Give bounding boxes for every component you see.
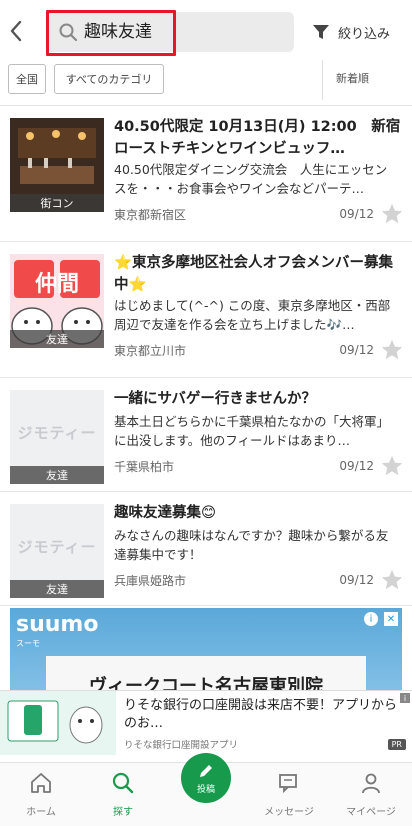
item-description: 40.50代限定ダイニング交流会 人生にエッセンスを・・・お食事会やワイン会など… — [114, 162, 388, 196]
tab-home[interactable]: ホーム — [0, 763, 82, 826]
banner-info-icon[interactable]: i — [400, 693, 410, 703]
tab-label: ホーム — [26, 807, 56, 818]
favorite-star-icon[interactable] — [380, 338, 404, 362]
post-label: 投稿 — [196, 784, 215, 795]
area-chip[interactable]: 全国 — [8, 64, 46, 94]
category-badge: 友達 — [10, 330, 104, 348]
filter-icon — [313, 25, 329, 39]
list-item[interactable]: 仲間 友達 ⭐東京多摩地区社会人オフ会メンバー募集中⭐ はじめまして(^-^) … — [0, 242, 412, 378]
search-highlight-box — [46, 10, 176, 56]
ad-close-icon[interactable]: ✕ — [384, 612, 398, 626]
banner-image — [0, 691, 116, 755]
favorite-star-icon[interactable] — [380, 202, 404, 226]
category-badge: 友達 — [10, 580, 104, 598]
category-bar: 全国 すべてのカテゴリ 新着順 — [0, 60, 412, 106]
list-item[interactable]: ジモティー 友達 趣味友達募集😊 みなさんの趣味はなんですか？趣味から繋がる友達… — [0, 492, 412, 606]
list-item[interactable]: 街コン 40.50代限定 10月13日(月) 12:00 新宿 ローストチキンと… — [0, 106, 412, 242]
category-badge: 街コン — [10, 194, 104, 212]
home-icon — [31, 773, 51, 793]
user-icon — [362, 773, 380, 794]
item-thumbnail: ジモティー 友達 — [10, 504, 104, 598]
pr-badge: PR — [387, 739, 406, 750]
item-description: 基本土日どちらかに千葉県柏たなかの「大将軍」に出没します。他のフィールドはあまり… — [114, 414, 390, 448]
item-location: 千葉県柏市 — [114, 460, 175, 474]
pencil-icon — [200, 764, 212, 777]
tab-label: 探す — [113, 807, 133, 818]
ad-brand-sub: スーモ — [16, 639, 40, 648]
sort-button[interactable]: 新着順 — [336, 70, 369, 86]
tab-search[interactable]: 探す — [82, 763, 164, 826]
item-date: 09/12 — [339, 207, 374, 221]
banner-title: りそな銀行の口座開設は来店不要！アプリからのお… — [124, 698, 398, 731]
ad-brand-logo: suumo — [16, 612, 99, 637]
item-thumbnail: 仲間 友達 — [10, 254, 104, 348]
item-thumbnail: ジモティー 友達 — [10, 390, 104, 484]
post-button[interactable]: 投稿 — [181, 753, 231, 803]
banner-ad[interactable]: りそな銀行の口座開設は来店不要！アプリからのお… りそな銀行口座開設アプリ PR… — [0, 690, 412, 755]
placeholder-logo: ジモティー — [17, 423, 97, 442]
ad-info-icon[interactable]: i — [364, 612, 378, 626]
sort-divider — [322, 60, 323, 100]
tab-label: マイページ — [346, 807, 396, 818]
banner-subtitle: りそな銀行口座開設アプリ — [124, 740, 239, 751]
item-date: 09/12 — [339, 343, 374, 357]
filter-label: 絞り込み — [338, 26, 391, 42]
favorite-star-icon[interactable] — [380, 568, 404, 592]
category-badge: 友達 — [10, 466, 104, 484]
item-title: 40.50代限定 10月13日(月) 12:00 新宿 ローストチキンとワインビ… — [114, 119, 404, 157]
filter-button[interactable]: 絞り込み — [312, 18, 390, 46]
placeholder-logo: ジモティー — [17, 537, 97, 556]
item-description: はじめまして(^-^) この度、東京多摩地区・西部周辺で友達を作る会を立ち上げま… — [114, 298, 391, 332]
bottom-tab-bar: ホーム 探す 投稿 メッセージ マイページ — [0, 753, 412, 826]
item-title: 一緒にサバゲー行きませんか？ — [114, 391, 316, 407]
item-thumbnail: 街コン — [10, 118, 104, 212]
item-date: 09/12 — [339, 573, 374, 587]
back-button[interactable] — [4, 14, 28, 48]
banner-illustration — [0, 691, 116, 755]
tab-messages[interactable]: メッセージ — [248, 763, 330, 826]
item-title: 趣味友達募集😊 — [114, 505, 217, 521]
item-location: 兵庫県姫路市 — [114, 574, 187, 588]
tab-mypage[interactable]: マイページ — [330, 763, 412, 826]
item-title: ⭐東京多摩地区社会人オフ会メンバー募集中⭐ — [114, 255, 394, 293]
thumbnail-text: 仲間 — [34, 272, 79, 297]
message-icon — [279, 774, 297, 794]
item-description: みなさんの趣味はなんですか？趣味から繋がる友達募集中です！ — [114, 528, 389, 562]
search-icon — [112, 772, 134, 794]
item-location: 東京都立川市 — [114, 344, 187, 358]
category-chip[interactable]: すべてのカテゴリ — [54, 64, 164, 94]
favorite-star-icon[interactable] — [380, 454, 404, 478]
item-location: 東京都新宿区 — [114, 208, 187, 222]
tab-label: メッセージ — [264, 807, 314, 818]
item-date: 09/12 — [339, 459, 374, 473]
list-item[interactable]: ジモティー 友達 一緒にサバゲー行きませんか？ 基本土日どちらかに千葉県柏たなか… — [0, 378, 412, 492]
header: 趣味友達 絞り込み — [0, 0, 412, 60]
chevron-left-icon — [10, 20, 22, 42]
